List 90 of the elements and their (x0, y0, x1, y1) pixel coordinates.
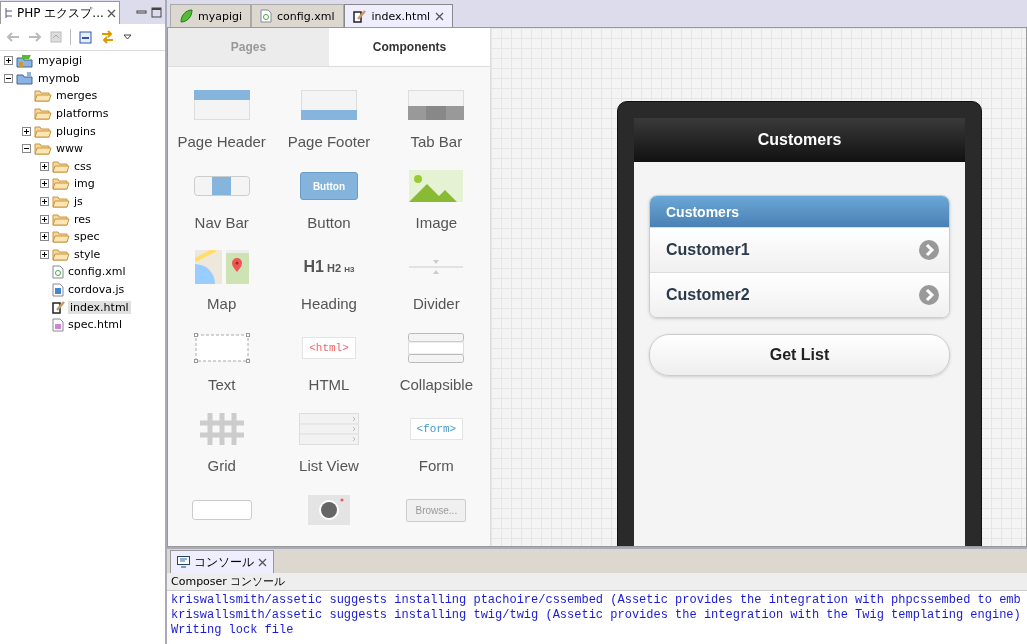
text-box-icon[interactable] (193, 333, 250, 363)
tree-item[interactable]: www (54, 142, 85, 156)
pencil-page-icon (52, 300, 66, 315)
folder-icon (34, 89, 52, 103)
tree-item[interactable]: merges (54, 89, 100, 103)
palette-tab[interactable]: Components (329, 28, 490, 66)
file-icon (52, 317, 64, 332)
component-label: Page Footer (287, 133, 371, 150)
expander-icon[interactable] (40, 214, 50, 224)
list-item[interactable]: Customer2 (650, 272, 949, 317)
file-icon (260, 9, 273, 23)
tree-item[interactable]: res (72, 212, 93, 226)
tree-item[interactable]: spec.html (66, 318, 125, 332)
list-item[interactable]: Customer1 (650, 227, 949, 272)
console-line: kriswallsmith/assetic suggests installing twig/twig (Assetic provides the integration with the Twig templating engine) (171, 608, 1022, 623)
tree-item[interactable]: plugins (54, 124, 98, 138)
component-label: Nav Bar (194, 214, 249, 231)
tree-item[interactable]: config.xml (66, 265, 128, 279)
maximize-icon[interactable] (151, 7, 162, 18)
expander-icon[interactable] (40, 179, 50, 189)
tree-item[interactable]: spec (72, 230, 102, 244)
close-icon[interactable] (435, 11, 445, 21)
component-label: HTML (308, 376, 350, 393)
expander-icon[interactable] (4, 73, 14, 83)
folder-icon (52, 177, 70, 191)
tree-item[interactable]: css (72, 159, 94, 173)
hierarchy-icon (4, 7, 14, 19)
editor-tab[interactable]: config.xml (251, 4, 344, 27)
component-label: Tab Bar (410, 133, 463, 150)
expander-icon[interactable] (40, 232, 50, 242)
folder-icon (52, 247, 70, 261)
tree-item[interactable]: style (72, 247, 103, 261)
tab-bar-icon[interactable] (408, 90, 465, 120)
component-label: Heading (301, 295, 357, 312)
tree-item[interactable]: index.html (68, 300, 131, 314)
tree-item[interactable]: js (72, 195, 85, 209)
project-icon (16, 71, 34, 86)
tree-item[interactable]: img (72, 177, 97, 191)
collapse-all-icon[interactable] (79, 30, 92, 44)
close-icon[interactable] (106, 8, 116, 18)
console-line: Writing lock file (171, 623, 295, 638)
file-icon (52, 264, 64, 279)
editor-tab[interactable]: myapigi (170, 4, 252, 27)
console-title: Composer コンソール (167, 573, 1027, 591)
expander-icon[interactable] (22, 126, 32, 136)
component-label: Collapsible (399, 376, 473, 393)
pencil-page-icon (352, 9, 367, 23)
console-line: kriswallsmith/assetic suggests installing ptachoire/cssembed (Assetic provides the integration with phpcssembed to emb (171, 593, 1022, 608)
expander-icon[interactable] (40, 161, 50, 171)
folder-icon (52, 159, 70, 173)
page-header: Customers (634, 118, 965, 162)
file-icon (52, 282, 64, 297)
get-list-button[interactable]: Get List (649, 334, 950, 376)
component-label: Form (418, 457, 454, 474)
camera-icon[interactable] (308, 495, 350, 525)
monitor-icon (177, 556, 190, 568)
folder-icon (52, 212, 70, 226)
console-tab[interactable]: コンソール (170, 550, 274, 573)
component-label: Button (307, 214, 351, 231)
project-icon (16, 53, 34, 68)
folder-icon (34, 142, 52, 156)
text-input-preview[interactable] (191, 500, 252, 520)
component-label: Grid (207, 457, 236, 474)
expander-icon[interactable] (22, 144, 32, 154)
tree-item[interactable]: mymob (36, 71, 82, 85)
tree-item[interactable]: myapigi (36, 54, 85, 68)
component-label: Map (207, 295, 237, 312)
tree-item[interactable]: platforms (54, 107, 111, 121)
explorer-tab[interactable]: PHP エクスプ... (0, 1, 120, 24)
tree-item[interactable]: cordova.js (66, 283, 127, 296)
component-label: Divider (413, 295, 460, 312)
folder-icon (34, 107, 52, 121)
folder-icon (52, 230, 70, 244)
folder-icon (34, 124, 52, 138)
editor-tab[interactable]: index.html (343, 4, 454, 27)
component-label: List View (299, 457, 359, 474)
expander-icon[interactable] (40, 249, 50, 259)
component-label: Image (415, 214, 458, 231)
dropdown-icon[interactable] (123, 34, 132, 40)
chevron-right-icon (919, 285, 939, 305)
expander-icon[interactable] (40, 197, 50, 207)
close-icon[interactable] (258, 557, 267, 567)
heading-preview[interactable]: H1 H2 H3 (303, 258, 355, 276)
chevron-right-icon (919, 240, 939, 260)
map-icon[interactable] (194, 250, 249, 284)
folder-icon (52, 195, 70, 209)
component-label: Page Header (177, 133, 266, 150)
leaf-icon (179, 9, 193, 23)
expander-icon[interactable] (4, 56, 14, 66)
component-label: Text (207, 376, 236, 393)
